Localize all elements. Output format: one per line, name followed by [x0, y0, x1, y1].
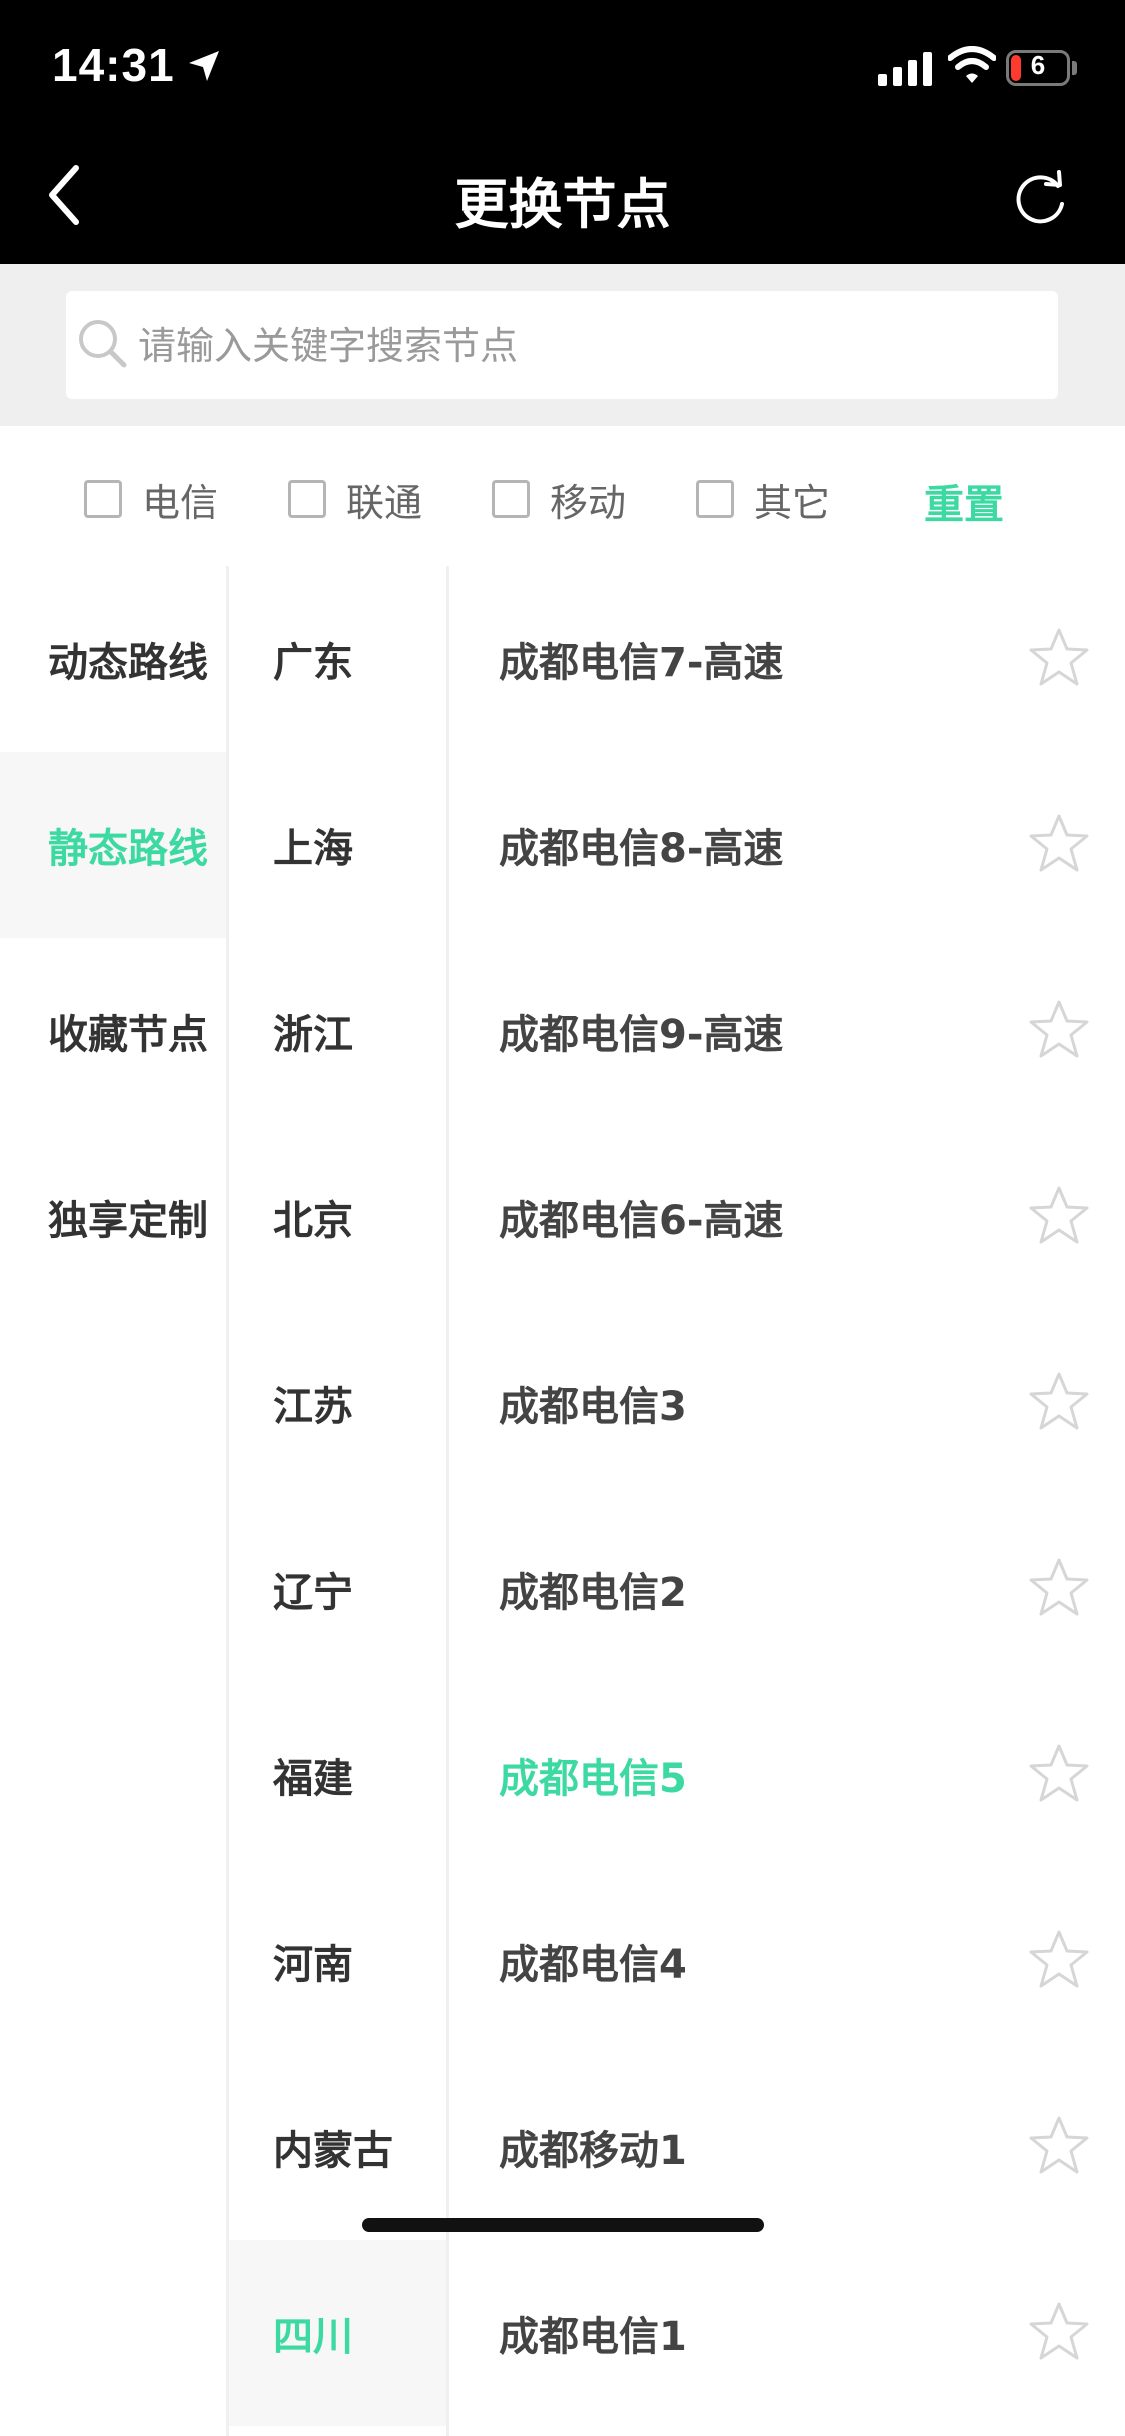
filter-label: 电信 [142, 480, 219, 525]
battery-level: 6 [1030, 50, 1046, 80]
status-time: 14:31 [52, 39, 175, 91]
checkbox[interactable] [84, 480, 122, 518]
region-label: 福建 [273, 1756, 353, 1802]
node-name: 成都电信7-高速 [499, 640, 784, 686]
node-name: 成都电信1 [499, 2314, 687, 2360]
node-name: 成都电信5 [499, 1756, 687, 1802]
nav-bar: 更换节点 [0, 130, 1125, 264]
search-bar [0, 264, 1125, 426]
node-item[interactable]: 成都电信6-高速 [449, 1124, 1125, 1310]
star-icon[interactable] [1027, 812, 1091, 876]
search-icon [79, 320, 127, 368]
node-item[interactable]: 成都电信7-高速 [449, 566, 1125, 752]
star-icon[interactable] [1027, 1370, 1091, 1434]
region-label: 江苏 [273, 1384, 353, 1430]
node-item[interactable]: 成都移动1 [449, 2054, 1125, 2240]
isp-filter-row: 电信 联通 移动 其它 重置 [0, 426, 1125, 566]
checkbox[interactable] [288, 480, 326, 518]
category-label: 独享定制 [48, 1198, 208, 1244]
node-item[interactable]: 成都电信2 [449, 1496, 1125, 1682]
star-icon[interactable] [1027, 2114, 1091, 2178]
reset-button[interactable]: 重置 [924, 472, 1004, 530]
region-item[interactable]: 辽宁 [229, 1496, 446, 1682]
checkbox[interactable] [696, 480, 734, 518]
star-icon[interactable] [1027, 1742, 1091, 1806]
region-item[interactable]: 浙江 [229, 938, 446, 1124]
star-icon[interactable] [1027, 1184, 1091, 1248]
region-label: 四川 [273, 2314, 353, 2360]
location-arrow-icon [189, 51, 219, 81]
star-icon[interactable] [1027, 2300, 1091, 2364]
node-name: 成都电信4 [499, 1942, 687, 1988]
checkbox[interactable] [492, 480, 530, 518]
region-item[interactable]: 上海 [229, 752, 446, 938]
region-label: 辽宁 [273, 1570, 353, 1616]
region-label: 河南 [273, 1942, 353, 1988]
node-name: 成都电信6-高速 [499, 1198, 784, 1244]
category-label: 动态路线 [48, 640, 208, 686]
region-item[interactable]: 福建 [229, 1682, 446, 1868]
wifi-icon [948, 46, 996, 83]
region-item[interactable]: 江苏 [229, 1310, 446, 1496]
node-name: 成都电信3 [499, 1384, 687, 1430]
region-label: 上海 [273, 826, 353, 872]
node-name: 成都电信2 [499, 1570, 687, 1616]
category-favorites[interactable]: 收藏节点 [0, 938, 226, 1124]
category-dynamic-route[interactable]: 动态路线 [0, 566, 226, 752]
star-icon[interactable] [1027, 1556, 1091, 1620]
category-exclusive[interactable]: 独享定制 [0, 1124, 226, 1310]
region-label: 广东 [273, 640, 353, 686]
node-item[interactable]: 成都电信3 [449, 1310, 1125, 1496]
page-title: 更换节点 [454, 173, 671, 236]
search-box[interactable] [66, 291, 1058, 399]
region-label: 北京 [273, 1198, 353, 1244]
category-label: 静态路线 [48, 826, 208, 872]
battery-charging-icon: 6 [1006, 50, 1070, 86]
node-item[interactable]: 成都电信4 [449, 1868, 1125, 2054]
filter-label: 移动 [550, 480, 627, 525]
star-icon[interactable] [1027, 998, 1091, 1062]
filter-unicom[interactable]: 联通 [288, 474, 423, 525]
node-item[interactable]: 成都电信9-高速 [449, 938, 1125, 1124]
filter-mobile[interactable]: 移动 [492, 474, 627, 525]
filter-other[interactable]: 其它 [696, 474, 831, 525]
star-icon[interactable] [1027, 1928, 1091, 1992]
category-label: 收藏节点 [48, 1012, 208, 1058]
node-name: 成都移动1 [499, 2128, 687, 2174]
refresh-button[interactable] [1010, 170, 1070, 230]
region-item[interactable]: 北京 [229, 1124, 446, 1310]
node-name: 成都电信9-高速 [499, 1012, 784, 1058]
filter-label: 联通 [346, 480, 423, 525]
region-item-selected[interactable]: 四川 [229, 2240, 446, 2426]
star-icon[interactable] [1027, 626, 1091, 690]
region-item[interactable]: 河南 [229, 1868, 446, 2054]
home-indicator[interactable] [362, 2218, 764, 2232]
filter-telecom[interactable]: 电信 [84, 474, 219, 525]
category-static-route[interactable]: 静态路线 [0, 752, 226, 938]
search-input[interactable] [136, 311, 1020, 381]
node-name: 成都电信8-高速 [499, 826, 784, 872]
filter-label: 其它 [754, 480, 831, 525]
status-bar: 14:31 6 [0, 0, 1125, 130]
region-item[interactable]: 广东 [229, 566, 446, 752]
node-item[interactable]: 成都电信8-高速 [449, 752, 1125, 938]
signal-icon [878, 52, 932, 86]
node-item-selected[interactable]: 成都电信5 [449, 1682, 1125, 1868]
region-label: 浙江 [273, 1012, 353, 1058]
node-item[interactable]: 成都电信1 [449, 2240, 1125, 2426]
region-label: 内蒙古 [273, 2128, 393, 2174]
refresh-icon [1016, 170, 1064, 224]
region-item[interactable]: 内蒙古 [229, 2054, 446, 2240]
